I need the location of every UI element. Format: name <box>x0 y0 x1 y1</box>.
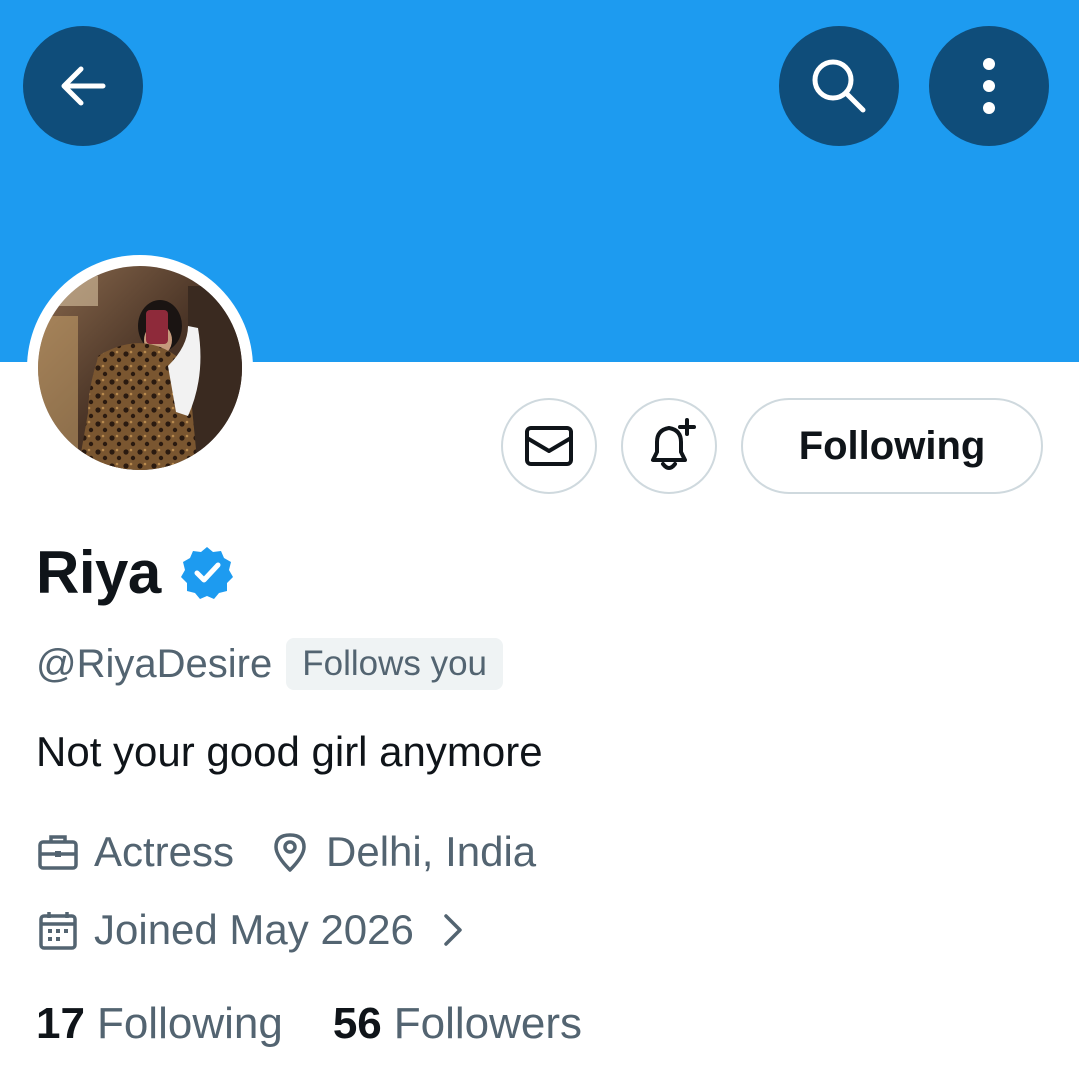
following-button[interactable]: Following <box>741 398 1043 494</box>
verified-badge-icon[interactable] <box>179 544 235 600</box>
search-button[interactable] <box>779 26 899 146</box>
chevron-right-icon <box>444 914 462 946</box>
following-count: 17 <box>36 999 85 1048</box>
calendar-icon <box>39 912 77 950</box>
profession-text: Actress <box>94 828 235 875</box>
joined-text: Joined May 2026 <box>94 906 414 953</box>
profile-name: Riya <box>36 538 161 606</box>
follows-you-badge: Follows you <box>286 638 504 690</box>
following-button-label: Following <box>798 423 986 468</box>
profile-name-row: Riya <box>36 532 235 612</box>
envelope-icon <box>525 426 573 466</box>
profile-bio: Not your good girl anymore <box>36 728 543 775</box>
profile-meta-row: Actress Delhi, India <box>36 824 536 880</box>
notifications-button[interactable] <box>621 398 717 494</box>
followers-label: Followers <box>393 999 583 1048</box>
search-icon <box>812 59 866 113</box>
profile-handle: @RiyaDesire <box>36 641 273 686</box>
joined-row[interactable]: Joined May 2026 <box>36 902 472 958</box>
followers-count: 56 <box>332 999 382 1048</box>
avatar-photo <box>38 266 242 470</box>
arrow-left-icon <box>61 66 106 106</box>
follow-stats: 17 Following 56 Followers <box>36 996 582 1052</box>
location-pin-icon <box>274 833 306 872</box>
message-button[interactable] <box>501 398 597 494</box>
following-label: Following <box>96 999 283 1048</box>
profile-avatar[interactable] <box>27 255 253 481</box>
briefcase-icon <box>38 835 78 870</box>
back-button[interactable] <box>23 26 143 146</box>
handle-row: @RiyaDesire Follows you <box>36 636 504 692</box>
following-stat[interactable]: 17 Following <box>36 999 283 1049</box>
location-text: Delhi, India <box>326 828 537 875</box>
more-vertical-icon <box>983 58 995 114</box>
bell-plus-icon <box>651 418 696 470</box>
followers-stat[interactable]: 56 Followers <box>333 999 582 1049</box>
more-options-button[interactable] <box>929 26 1049 146</box>
